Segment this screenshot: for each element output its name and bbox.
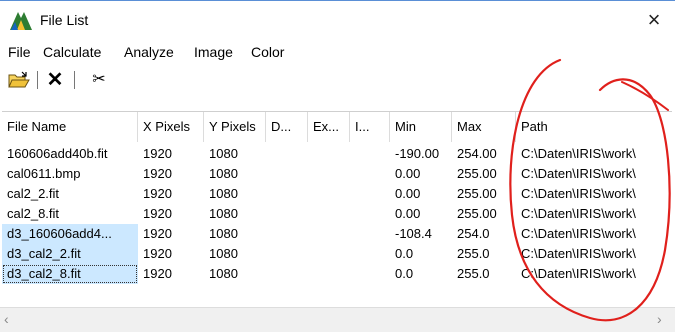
scroll-right-icon[interactable]: › xyxy=(657,311,662,327)
file-name-cell: cal2_8.fit xyxy=(7,206,60,221)
table-row[interactable]: d3_cal2_2.fit 1920 1080 0.0 255.0 C:\Daten\IR… xyxy=(2,244,662,264)
x-pixels-cell: 1920 xyxy=(143,226,172,241)
path-cell: C:\Daten\IRIS\work\ xyxy=(521,166,636,181)
max-cell: 255.00 xyxy=(457,166,497,181)
min-cell: 0.00 xyxy=(395,206,421,221)
y-pixels-cell: 1080 xyxy=(209,206,238,221)
path-cell: C:\Daten\IRIS\work\ xyxy=(521,146,636,161)
x-pixels-cell: 1920 xyxy=(143,206,172,221)
open-folder-button[interactable] xyxy=(6,68,32,92)
cut-icon[interactable]: ✂ xyxy=(86,68,112,92)
x-pixels-cell: 1920 xyxy=(143,266,172,281)
scroll-left-icon[interactable]: ‹ xyxy=(4,311,9,327)
toolbar-separator xyxy=(74,71,75,89)
table-row[interactable]: 160606add40b.fit 1920 1080 -190.00 254.00 C:\… xyxy=(2,144,662,164)
max-cell: 255.00 xyxy=(457,186,497,201)
path-cell: C:\Daten\IRIS\work\ xyxy=(521,206,636,221)
y-pixels-cell: 1080 xyxy=(209,166,238,181)
path-cell: C:\Daten\IRIS\work\ xyxy=(521,226,636,241)
x-pixels-cell: 1920 xyxy=(143,246,172,261)
min-cell: 0.00 xyxy=(395,166,421,181)
min-cell: 0.0 xyxy=(395,266,414,281)
x-pixels-cell: 1920 xyxy=(143,186,172,201)
menu-image[interactable]: Image xyxy=(194,44,233,60)
file-name-cell: cal0611.bmp xyxy=(7,166,81,181)
toolbar: ✕ ✂ xyxy=(0,64,675,96)
table-row[interactable]: cal0611.bmp 1920 1080 0.00 255.00 C:\Daten\IR… xyxy=(2,164,662,184)
menu-bar: File Calculate Analyze Image Color xyxy=(0,40,675,64)
x-pixels-cell: 1920 xyxy=(143,166,172,181)
max-cell: 255.00 xyxy=(457,206,497,221)
menu-calculate[interactable]: Calculate xyxy=(43,44,101,60)
file-name-cell: d3_cal2_2.fit xyxy=(2,244,138,264)
file-name-cell: d3_cal2_8.fit xyxy=(2,264,138,284)
list-header: File Name X Pixels Y Pixels D... Ex... I… xyxy=(2,112,662,142)
path-cell: C:\Daten\IRIS\work\ xyxy=(521,246,636,261)
col-min[interactable]: Min xyxy=(390,112,452,142)
table-row[interactable]: d3_cal2_8.fit 1920 1080 0.0 255.0 C:\Daten\IR… xyxy=(2,264,662,284)
file-name-cell: cal2_2.fit xyxy=(7,186,60,201)
y-pixels-cell: 1080 xyxy=(209,246,238,261)
toolbar-separator xyxy=(37,71,38,89)
col-ex[interactable]: Ex... xyxy=(308,112,350,142)
min-cell: 0.0 xyxy=(395,246,414,261)
menu-color[interactable]: Color xyxy=(251,44,284,60)
file-list[interactable]: File Name X Pixels Y Pixels D... Ex... I… xyxy=(2,111,672,308)
app-icon xyxy=(10,12,32,30)
table-row[interactable]: cal2_2.fit 1920 1080 0.00 255.00 C:\Daten\IRI… xyxy=(2,184,662,204)
y-pixels-cell: 1080 xyxy=(209,226,238,241)
y-pixels-cell: 1080 xyxy=(209,186,238,201)
col-i[interactable]: I... xyxy=(350,112,390,142)
open-folder-icon xyxy=(8,71,30,88)
menu-file[interactable]: File xyxy=(8,44,31,60)
min-cell: -108.4 xyxy=(395,226,432,241)
max-cell: 255.0 xyxy=(457,266,490,281)
table-row[interactable]: cal2_8.fit 1920 1080 0.00 255.00 C:\Daten\IRI… xyxy=(2,204,662,224)
min-cell: -190.00 xyxy=(395,146,440,161)
y-pixels-cell: 1080 xyxy=(209,266,238,281)
horizontal-scrollbar[interactable]: ‹ › xyxy=(0,307,675,332)
max-cell: 254.00 xyxy=(457,146,497,161)
max-cell: 254.0 xyxy=(457,226,490,241)
close-icon[interactable]: × xyxy=(641,7,667,33)
title-bar: File List × xyxy=(0,0,675,41)
col-d[interactable]: D... xyxy=(266,112,308,142)
max-cell: 255.0 xyxy=(457,246,490,261)
menu-analyze[interactable]: Analyze xyxy=(124,44,174,60)
file-name-cell: 160606add40b.fit xyxy=(7,146,108,161)
col-y-pixels[interactable]: Y Pixels xyxy=(204,112,266,142)
path-cell: C:\Daten\IRIS\work\ xyxy=(521,266,636,281)
file-name-cell: d3_160606add4... xyxy=(2,224,138,244)
window-title: File List xyxy=(40,12,89,28)
x-pixels-cell: 1920 xyxy=(143,146,172,161)
col-file-name[interactable]: File Name xyxy=(2,112,138,142)
path-cell: C:\Daten\IRIS\work\ xyxy=(521,186,636,201)
col-path[interactable]: Path xyxy=(516,112,662,142)
delete-icon[interactable]: ✕ xyxy=(42,68,68,92)
y-pixels-cell: 1080 xyxy=(209,146,238,161)
min-cell: 0.00 xyxy=(395,186,421,201)
col-max[interactable]: Max xyxy=(452,112,516,142)
col-x-pixels[interactable]: X Pixels xyxy=(138,112,204,142)
table-row[interactable]: d3_160606add4... 1920 1080 -108.4 254.0 C:\Da… xyxy=(2,224,662,244)
